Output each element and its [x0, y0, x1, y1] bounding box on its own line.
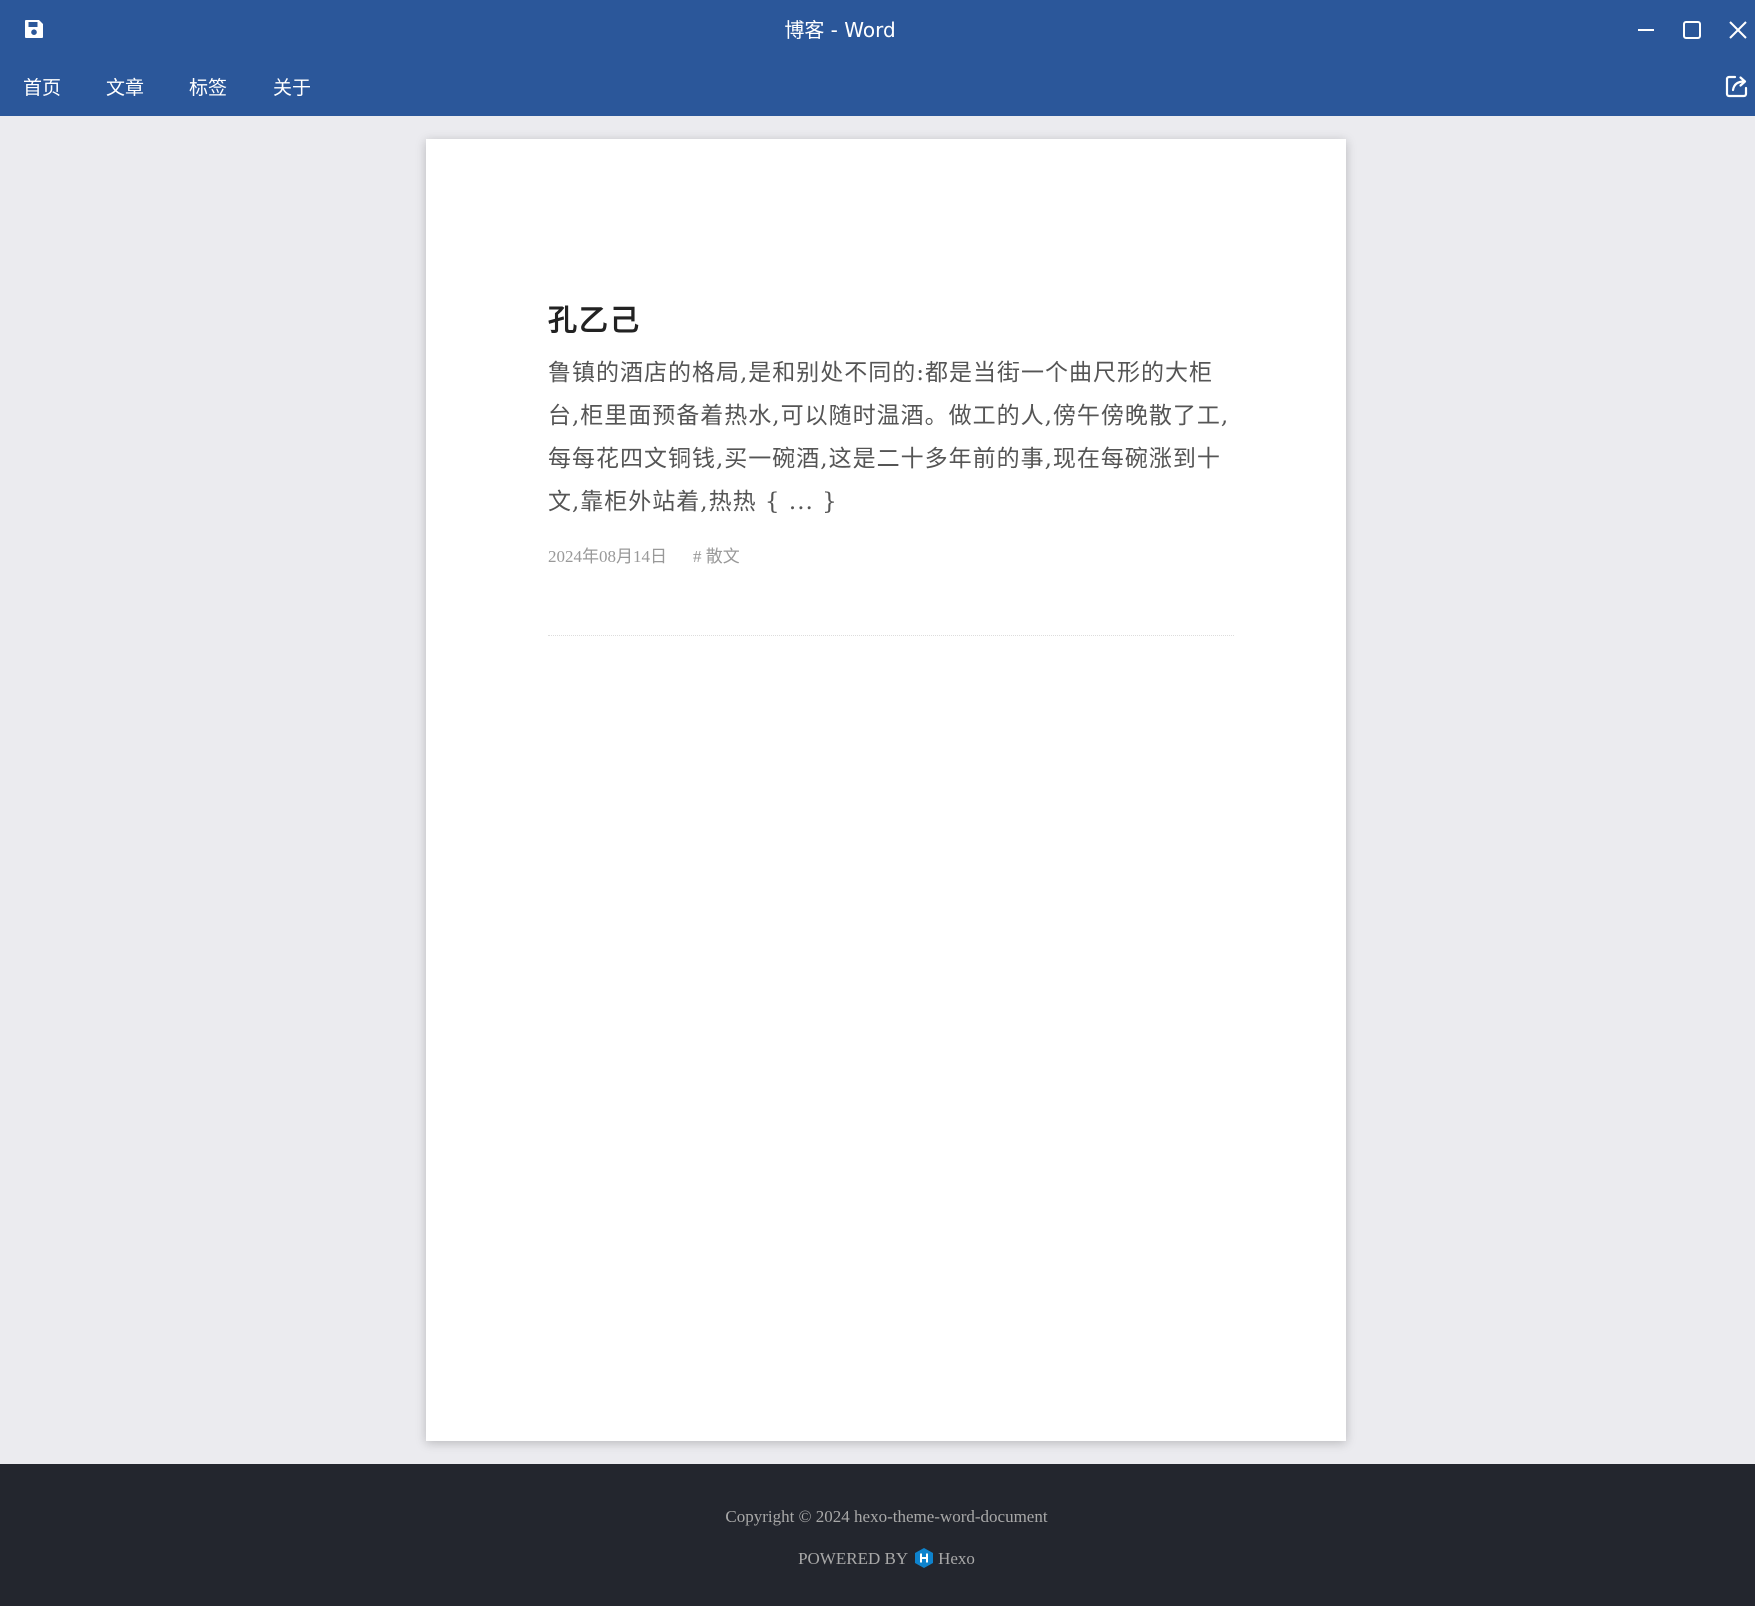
hexo-logo-icon	[914, 1547, 934, 1569]
share-icon[interactable]	[1724, 73, 1750, 99]
site-footer: Copyright © 2024 hexo-theme-word-documen…	[0, 1464, 1755, 1606]
nav-item-articles[interactable]: 文章	[106, 70, 144, 106]
window-title: 博客 - Word	[784, 18, 896, 42]
app-header: 博客 - Word 首页 文章 标签 关于	[0, 0, 1755, 116]
post-excerpt: 鲁镇的酒店的格局,是和别处不同的:都是当街一个曲尺形的大柜台,柜里面预备着热水,…	[548, 360, 1230, 515]
maximize-icon[interactable]	[1678, 16, 1706, 44]
post-divider	[548, 635, 1234, 636]
powered-by: POWERED BY Hexo	[0, 1546, 1755, 1572]
title-bar: 博客 - Word	[0, 0, 1755, 60]
document-page: 孔乙己 鲁镇的酒店的格局,是和别处不同的:都是当街一个曲尺形的大柜台,柜里面预备…	[426, 139, 1346, 1441]
nav-item-home[interactable]: 首页	[23, 70, 61, 106]
nav-item-tags[interactable]: 标签	[189, 70, 227, 106]
minimize-icon[interactable]	[1632, 16, 1660, 44]
post-meta: 2024年08月14日 # 散文	[548, 545, 1234, 569]
post-tag[interactable]: # 散文	[693, 547, 740, 566]
hexo-link[interactable]: Hexo	[938, 1549, 975, 1568]
nav-item-about[interactable]: 关于	[273, 70, 311, 106]
post-preview: 孔乙己 鲁镇的酒店的格局,是和别处不同的:都是当街一个曲尺形的大柜台,柜里面预备…	[548, 299, 1234, 636]
copyright-text: Copyright © 2024 hexo-theme-word-documen…	[725, 1507, 1048, 1526]
post-date: 2024年08月14日	[548, 547, 667, 566]
post-title[interactable]: 孔乙己	[548, 299, 1234, 341]
close-icon[interactable]	[1724, 16, 1752, 44]
powered-by-label: POWERED BY	[798, 1549, 909, 1568]
